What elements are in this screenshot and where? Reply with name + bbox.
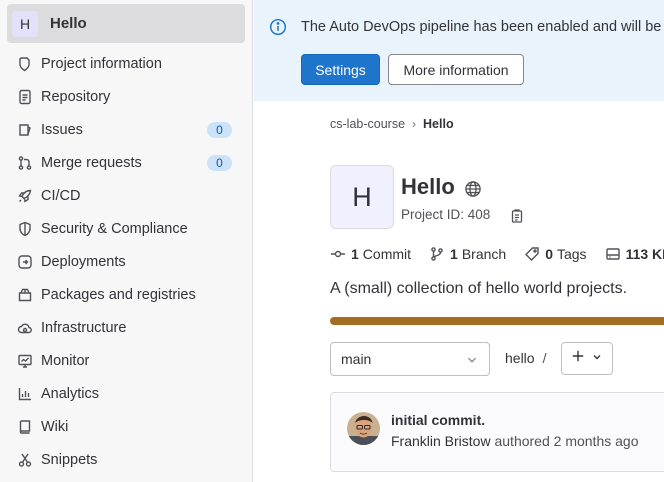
project-id: Project ID: 408	[401, 207, 491, 222]
package-icon	[16, 286, 34, 304]
project-avatar: H	[12, 10, 38, 37]
merge-requests-count-badge: 0	[207, 155, 232, 171]
branch-icon	[431, 247, 443, 261]
chart-icon	[16, 385, 34, 403]
sidebar-item-label: Infrastructure	[41, 319, 127, 336]
project-description: A (small) collection of hello world proj…	[330, 280, 628, 297]
more-information-button[interactable]: More information	[388, 54, 524, 85]
repository-language-bar[interactable]	[330, 317, 664, 325]
shield-icon	[16, 220, 34, 238]
disk-icon	[605, 248, 620, 260]
sidebar-item-analytics[interactable]: Analytics	[0, 377, 253, 410]
sidebar-item-label: Analytics	[41, 385, 100, 402]
sidebar-item-snippets[interactable]: Snippets	[0, 443, 253, 476]
sidebar-item-label: CI/CD	[41, 187, 81, 204]
doc-text-icon	[16, 88, 34, 106]
project-icon	[16, 55, 34, 73]
sidebar-item-wiki[interactable]: Wiki	[0, 410, 253, 443]
storage-stat[interactable]: 113 KB	[605, 246, 664, 262]
auto-devops-banner: The Auto DevOps pipeline has been enable…	[254, 0, 664, 101]
add-to-tree-button[interactable]	[561, 342, 613, 375]
branch-selector[interactable]: main	[330, 342, 490, 376]
sidebar-item-label: Issues	[41, 121, 83, 138]
last-commit-panel: initial commit. Franklin Bristow authore…	[330, 392, 664, 472]
issues-icon	[16, 121, 34, 139]
branches-label: Branch	[461, 246, 507, 262]
rocket-icon	[16, 187, 34, 205]
book-icon	[16, 418, 34, 436]
branch-selector-value: main	[341, 351, 372, 367]
repo-path-root[interactable]: hello	[505, 350, 535, 366]
sidebar-item-label: Project information	[41, 55, 162, 72]
branches-count: 1	[450, 246, 458, 262]
sidebar-item-label: Merge requests	[41, 154, 142, 171]
sidebar-item-monitor[interactable]: Monitor	[0, 344, 253, 377]
storage-value: 113 KB	[625, 246, 664, 262]
commit-authored-time: authored 2 months ago	[494, 433, 639, 449]
avatar[interactable]	[347, 412, 380, 445]
repo-path-separator: /	[542, 350, 547, 366]
project-name: Hello	[50, 15, 87, 32]
branches-stat[interactable]: 1 Branch	[429, 246, 506, 262]
chevron-right-icon: ›	[412, 117, 417, 131]
sidebar-item-label: Repository	[41, 88, 111, 105]
breadcrumb-project-link[interactable]: Hello	[423, 117, 454, 131]
sidebar-item-merge-requests[interactable]: Merge requests 0	[0, 146, 253, 179]
sidebar-item-label: Snippets	[41, 451, 98, 468]
tags-stat[interactable]: 0 Tags	[524, 246, 587, 262]
sidebar-item-ci-cd[interactable]: CI/CD	[0, 179, 253, 212]
page-title: Hello	[401, 174, 455, 199]
chevron-down-icon	[591, 350, 603, 368]
monitor-icon	[16, 352, 34, 370]
project-stats: 1 Commit 1 Branch 0 Tags 113 KB	[330, 244, 664, 264]
sidebar-project-header[interactable]: H Hello	[7, 4, 245, 43]
commits-label: Commit	[362, 246, 412, 262]
tags-count: 0	[545, 246, 553, 262]
banner-message: The Auto DevOps pipeline has been enable…	[301, 19, 662, 35]
sidebar-item-label: Wiki	[41, 418, 69, 435]
sidebar: H Hello Project information Repository I…	[0, 0, 253, 482]
sidebar-item-issues[interactable]: Issues 0	[0, 113, 253, 146]
tags-label: Tags	[556, 246, 587, 262]
globe-icon	[464, 180, 482, 198]
chevron-down-icon	[465, 353, 479, 367]
scissors-icon	[16, 451, 34, 469]
breadcrumb: cs-lab-course › Hello	[330, 117, 454, 131]
sidebar-nav: Project information Repository Issues 0 …	[0, 47, 253, 476]
sidebar-item-project-information[interactable]: Project information	[0, 47, 253, 80]
cloud-gear-icon	[16, 319, 34, 337]
commit-icon	[331, 250, 345, 258]
project-avatar-large: H	[330, 165, 394, 229]
sidebar-item-repository[interactable]: Repository	[0, 80, 253, 113]
breadcrumb-group-link[interactable]: cs-lab-course	[330, 117, 405, 131]
commit-meta: Franklin Bristow authored 2 months ago	[391, 433, 638, 449]
sidebar-item-deployments[interactable]: Deployments	[0, 245, 253, 278]
sidebar-item-security-compliance[interactable]: Security & Compliance	[0, 212, 253, 245]
commits-stat[interactable]: 1 Commit	[330, 246, 411, 262]
deployments-icon	[16, 253, 34, 271]
commit-title[interactable]: initial commit.	[391, 412, 485, 428]
repo-path-breadcrumb: hello /	[505, 350, 546, 366]
issues-count-badge: 0	[207, 122, 232, 138]
git-merge-icon	[16, 154, 34, 172]
plus-icon	[571, 349, 585, 368]
commit-author[interactable]: Franklin Bristow	[391, 433, 491, 449]
sidebar-item-label: Security & Compliance	[41, 220, 188, 237]
sidebar-item-label: Deployments	[41, 253, 126, 270]
tag-icon	[525, 247, 539, 261]
sidebar-item-label: Monitor	[41, 352, 90, 369]
settings-button[interactable]: Settings	[301, 54, 380, 85]
copy-to-clipboard-icon[interactable]	[509, 208, 525, 224]
sidebar-item-label: Packages and registries	[41, 286, 196, 303]
sidebar-item-packages-registries[interactable]: Packages and registries	[0, 278, 253, 311]
sidebar-item-infrastructure[interactable]: Infrastructure	[0, 311, 253, 344]
info-icon	[269, 18, 287, 36]
commits-count: 1	[351, 246, 359, 262]
